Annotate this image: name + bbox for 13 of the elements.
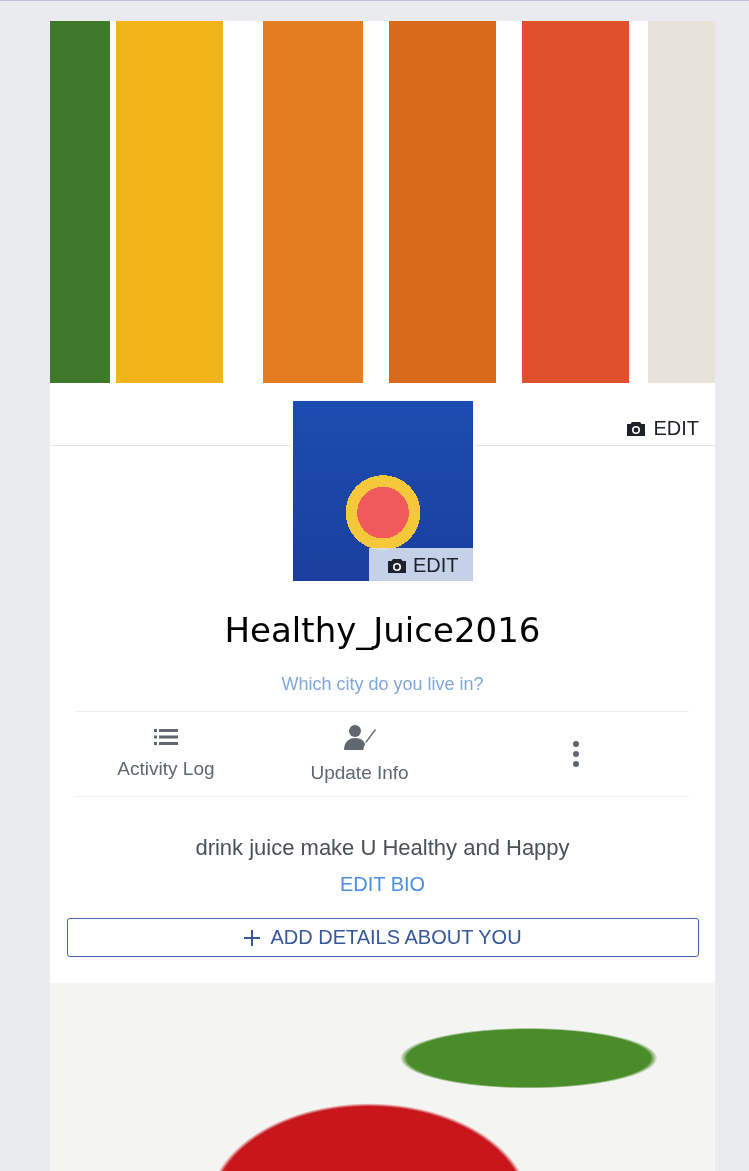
edit-picture-button[interactable]: EDIT bbox=[368, 548, 473, 581]
more-icon bbox=[573, 741, 580, 767]
person-edit-icon bbox=[343, 724, 376, 750]
edit-bio-link[interactable]: EDIT BIO bbox=[339, 873, 426, 896]
list-icon bbox=[153, 728, 178, 746]
plus-icon bbox=[244, 929, 261, 946]
action-button[interactable]: Update Info bbox=[255, 712, 464, 796]
camera-icon bbox=[626, 420, 647, 437]
profile-name: Healthy_Juice2016 bbox=[224, 610, 541, 650]
bio-text: drink juice make U Healthy and Happy bbox=[195, 835, 570, 861]
camera-icon bbox=[386, 557, 407, 574]
add-details-button[interactable]: ADD DETAILS ABOUT YOU bbox=[67, 918, 699, 957]
action-button[interactable]: Activity Log bbox=[76, 712, 256, 796]
